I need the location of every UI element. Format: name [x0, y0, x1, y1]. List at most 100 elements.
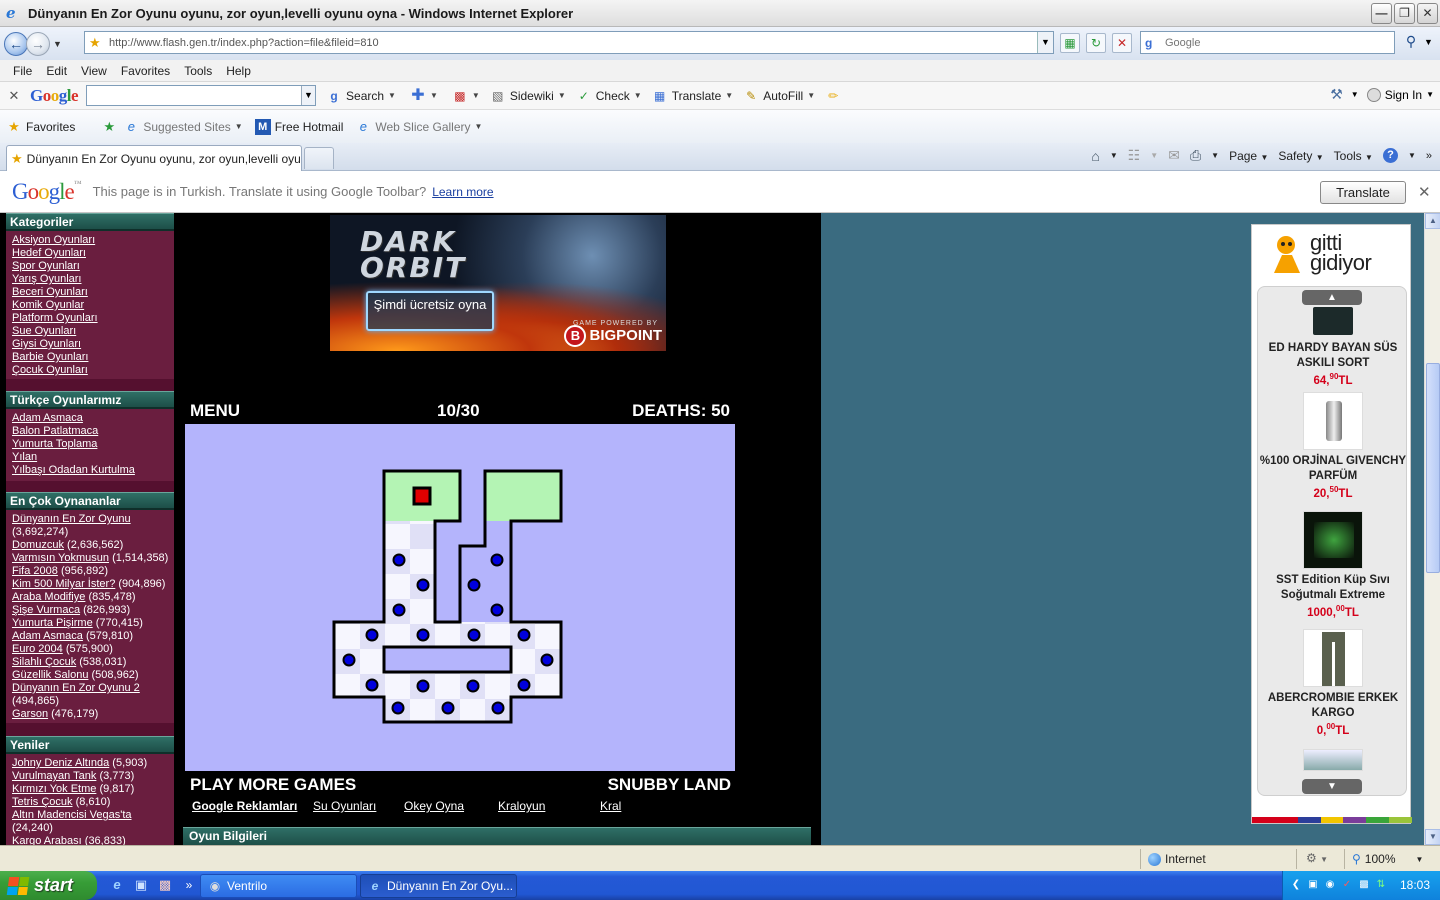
google-toolbar-search-input[interactable]: ▼ — [86, 85, 317, 106]
ad-product[interactable]: ED HARDY BAYAN SÜS ASKILI SORT 64,90TL — [1258, 307, 1406, 387]
signin-button[interactable]: Sign In ▼ — [1366, 87, 1434, 102]
new-game-link[interactable]: Johny Deniz Altında — [12, 757, 109, 769]
category-link[interactable]: Spor Oyunları — [12, 260, 174, 273]
sidewiki-button[interactable]: ▧ Sidewiki ▼ — [490, 88, 566, 104]
vertical-scrollbar[interactable]: ▲ ▼ — [1424, 213, 1440, 845]
most-played-link[interactable]: Dünyanın En Zor Oyunu 2 — [12, 682, 140, 694]
tray-app-icon[interactable]: ▣ — [1306, 877, 1320, 893]
page-menu[interactable]: Page ▼ — [1229, 149, 1268, 163]
most-played-link[interactable]: Euro 2004 — [12, 643, 63, 655]
compatibility-view-icon[interactable]: ▦ — [1060, 33, 1080, 53]
wrench-icon[interactable]: ⚒ — [1330, 86, 1343, 103]
free-hotmail-link[interactable]: M Free Hotmail — [254, 118, 343, 135]
url-dropdown[interactable]: ▼ — [1037, 32, 1053, 53]
spellcheck-button[interactable]: ✓ Check ▼ — [576, 88, 642, 104]
menu-help[interactable]: Help — [219, 64, 258, 78]
most-played-link[interactable]: Şişe Vurmaca — [12, 604, 80, 616]
close-toolbar-icon[interactable]: ✕ — [4, 88, 24, 104]
new-game-link[interactable]: Kargo Arabası — [12, 835, 82, 845]
tools-menu[interactable]: Tools ▼ — [1334, 149, 1373, 163]
carousel-down-button[interactable]: ▼ — [1302, 779, 1362, 794]
most-played-link[interactable]: Yumurta Pişirme — [12, 617, 93, 629]
mail-icon[interactable]: ✉ — [1168, 147, 1180, 164]
close-translate-icon[interactable]: ✕ — [1418, 183, 1431, 201]
protected-mode-icon[interactable]: ⚙ ▼ — [1306, 851, 1328, 865]
menu-view[interactable]: View — [74, 64, 114, 78]
category-link[interactable]: Aksiyon Oyunları — [12, 234, 174, 247]
game-menu-button[interactable]: MENU — [190, 401, 240, 421]
turkish-game-link[interactable]: Adam Asmaca — [12, 412, 174, 425]
tray-update-icon[interactable]: ⇅ — [1374, 877, 1388, 893]
category-link[interactable]: Barbie Oyunları — [12, 351, 174, 364]
most-played-link[interactable]: Fifa 2008 — [12, 565, 58, 577]
carousel-up-button[interactable]: ▲ — [1302, 290, 1362, 305]
stop-icon[interactable]: ✕ — [1112, 33, 1132, 53]
search-input[interactable] — [1165, 36, 1385, 49]
new-tab-button[interactable] — [304, 147, 334, 169]
forward-button[interactable]: → — [26, 31, 50, 56]
banner-cta-button[interactable]: Şimdi ücretsiz oyna — [366, 291, 494, 331]
category-link[interactable]: Hedef Oyunları — [12, 247, 174, 260]
tray-expand-icon[interactable]: ❮ — [1289, 877, 1303, 893]
category-link[interactable]: Çocuk Oyunları — [12, 364, 174, 377]
highlight-button[interactable]: ✏ — [825, 88, 841, 104]
learn-more-link[interactable]: Learn more — [432, 185, 493, 199]
most-played-link[interactable]: Varmısın Yokmusun — [12, 552, 109, 564]
google-search-button[interactable]: g Search ▼ — [326, 88, 396, 104]
autofill-button[interactable]: ✎ AutoFill ▼ — [743, 88, 815, 104]
google-search-dropdown[interactable]: ▼ — [301, 86, 316, 105]
ad-product[interactable]: SST Edition Küp Sıvı Soğutmalı Extreme 1… — [1258, 511, 1406, 619]
favorites-button[interactable]: ★ Favorites — [6, 119, 75, 135]
zoom-control[interactable]: ⚲ 100% ▼ — [1352, 852, 1423, 866]
search-go-icon[interactable]: ⚲ — [1400, 33, 1422, 53]
search-box[interactable]: g — [1140, 31, 1395, 54]
category-link[interactable]: Giysi Oyunları — [12, 338, 174, 351]
sponsored-link[interactable]: Su Oyunları — [313, 799, 376, 813]
new-game-link[interactable]: Tetris Çocuk — [12, 796, 73, 808]
ad-product-partial[interactable] — [1258, 749, 1406, 771]
taskbar-ventrilo[interactable]: ◉ Ventrilo — [200, 874, 357, 898]
suggested-sites-link[interactable]: e Suggested Sites ▼ — [123, 119, 243, 135]
gittigidiyor-ad[interactable]: gitti gidiyor ▲ ED HARDY BAYAN SÜS ASKIL… — [1251, 224, 1413, 824]
add-favorites-button[interactable]: ★ — [101, 119, 117, 135]
close-button[interactable]: ✕ — [1417, 3, 1438, 24]
sponsored-link[interactable]: Kral — [600, 799, 621, 813]
category-link[interactable]: Sue Oyunları — [12, 325, 174, 338]
most-played-link[interactable]: Domuzcuk — [12, 539, 64, 551]
game-canvas[interactable] — [185, 424, 735, 771]
start-button[interactable]: start — [0, 871, 97, 900]
snubby-land-logo[interactable]: SNUBBY LAND — [608, 775, 731, 795]
most-played-link[interactable]: Silahlı Çocuk — [12, 656, 76, 668]
category-link[interactable]: Komik Oyunlar — [12, 299, 174, 312]
popup-blocker-button[interactable]: ▩ ▼ — [452, 88, 480, 104]
category-link[interactable]: Platform Oyunları — [12, 312, 174, 325]
category-link[interactable]: Yarış Oyunları — [12, 273, 174, 286]
menu-favorites[interactable]: Favorites — [114, 64, 177, 78]
history-dropdown[interactable]: ▼ — [53, 39, 65, 49]
ie-quicklaunch-icon[interactable]: e — [108, 876, 126, 894]
tray-network-icon[interactable]: ◉ — [1323, 877, 1337, 893]
add-button[interactable]: ✚ ▼ — [410, 87, 438, 104]
scroll-thumb[interactable] — [1426, 363, 1440, 573]
rss-feed-icon[interactable]: ☷ — [1128, 147, 1141, 164]
menu-file[interactable]: File — [6, 64, 39, 78]
restore-button[interactable]: ❐ — [1394, 3, 1415, 24]
ad-product[interactable]: %100 ORJİNAL GIVENCHY PARFÜM 20,50TL — [1258, 392, 1406, 500]
print-icon[interactable]: ⎙ — [1190, 147, 1201, 164]
most-played-link[interactable]: Garson — [12, 708, 48, 720]
more-quicklaunch-icon[interactable]: » — [180, 876, 198, 894]
turkish-game-link[interactable]: Yılan — [12, 451, 174, 464]
category-link[interactable]: Beceri Oyunları — [12, 286, 174, 299]
refresh-icon[interactable]: ↻ — [1086, 33, 1106, 53]
menu-edit[interactable]: Edit — [39, 64, 74, 78]
search-options-dropdown[interactable]: ▼ — [1424, 37, 1433, 47]
help-icon[interactable]: ? — [1382, 148, 1398, 163]
security-zone[interactable]: Internet — [1148, 852, 1206, 866]
most-played-link[interactable]: Araba Modifiye — [12, 591, 85, 603]
safety-menu[interactable]: Safety ▼ — [1278, 149, 1323, 163]
web-slice-gallery-link[interactable]: e Web Slice Gallery ▼ — [355, 119, 483, 135]
play-more-games-link[interactable]: PLAY MORE GAMES — [190, 775, 356, 795]
minimize-button[interactable]: — — [1371, 3, 1392, 24]
sponsored-link[interactable]: Okey Oyna — [404, 799, 464, 813]
app-quicklaunch-icon[interactable]: ▩ — [156, 876, 174, 894]
